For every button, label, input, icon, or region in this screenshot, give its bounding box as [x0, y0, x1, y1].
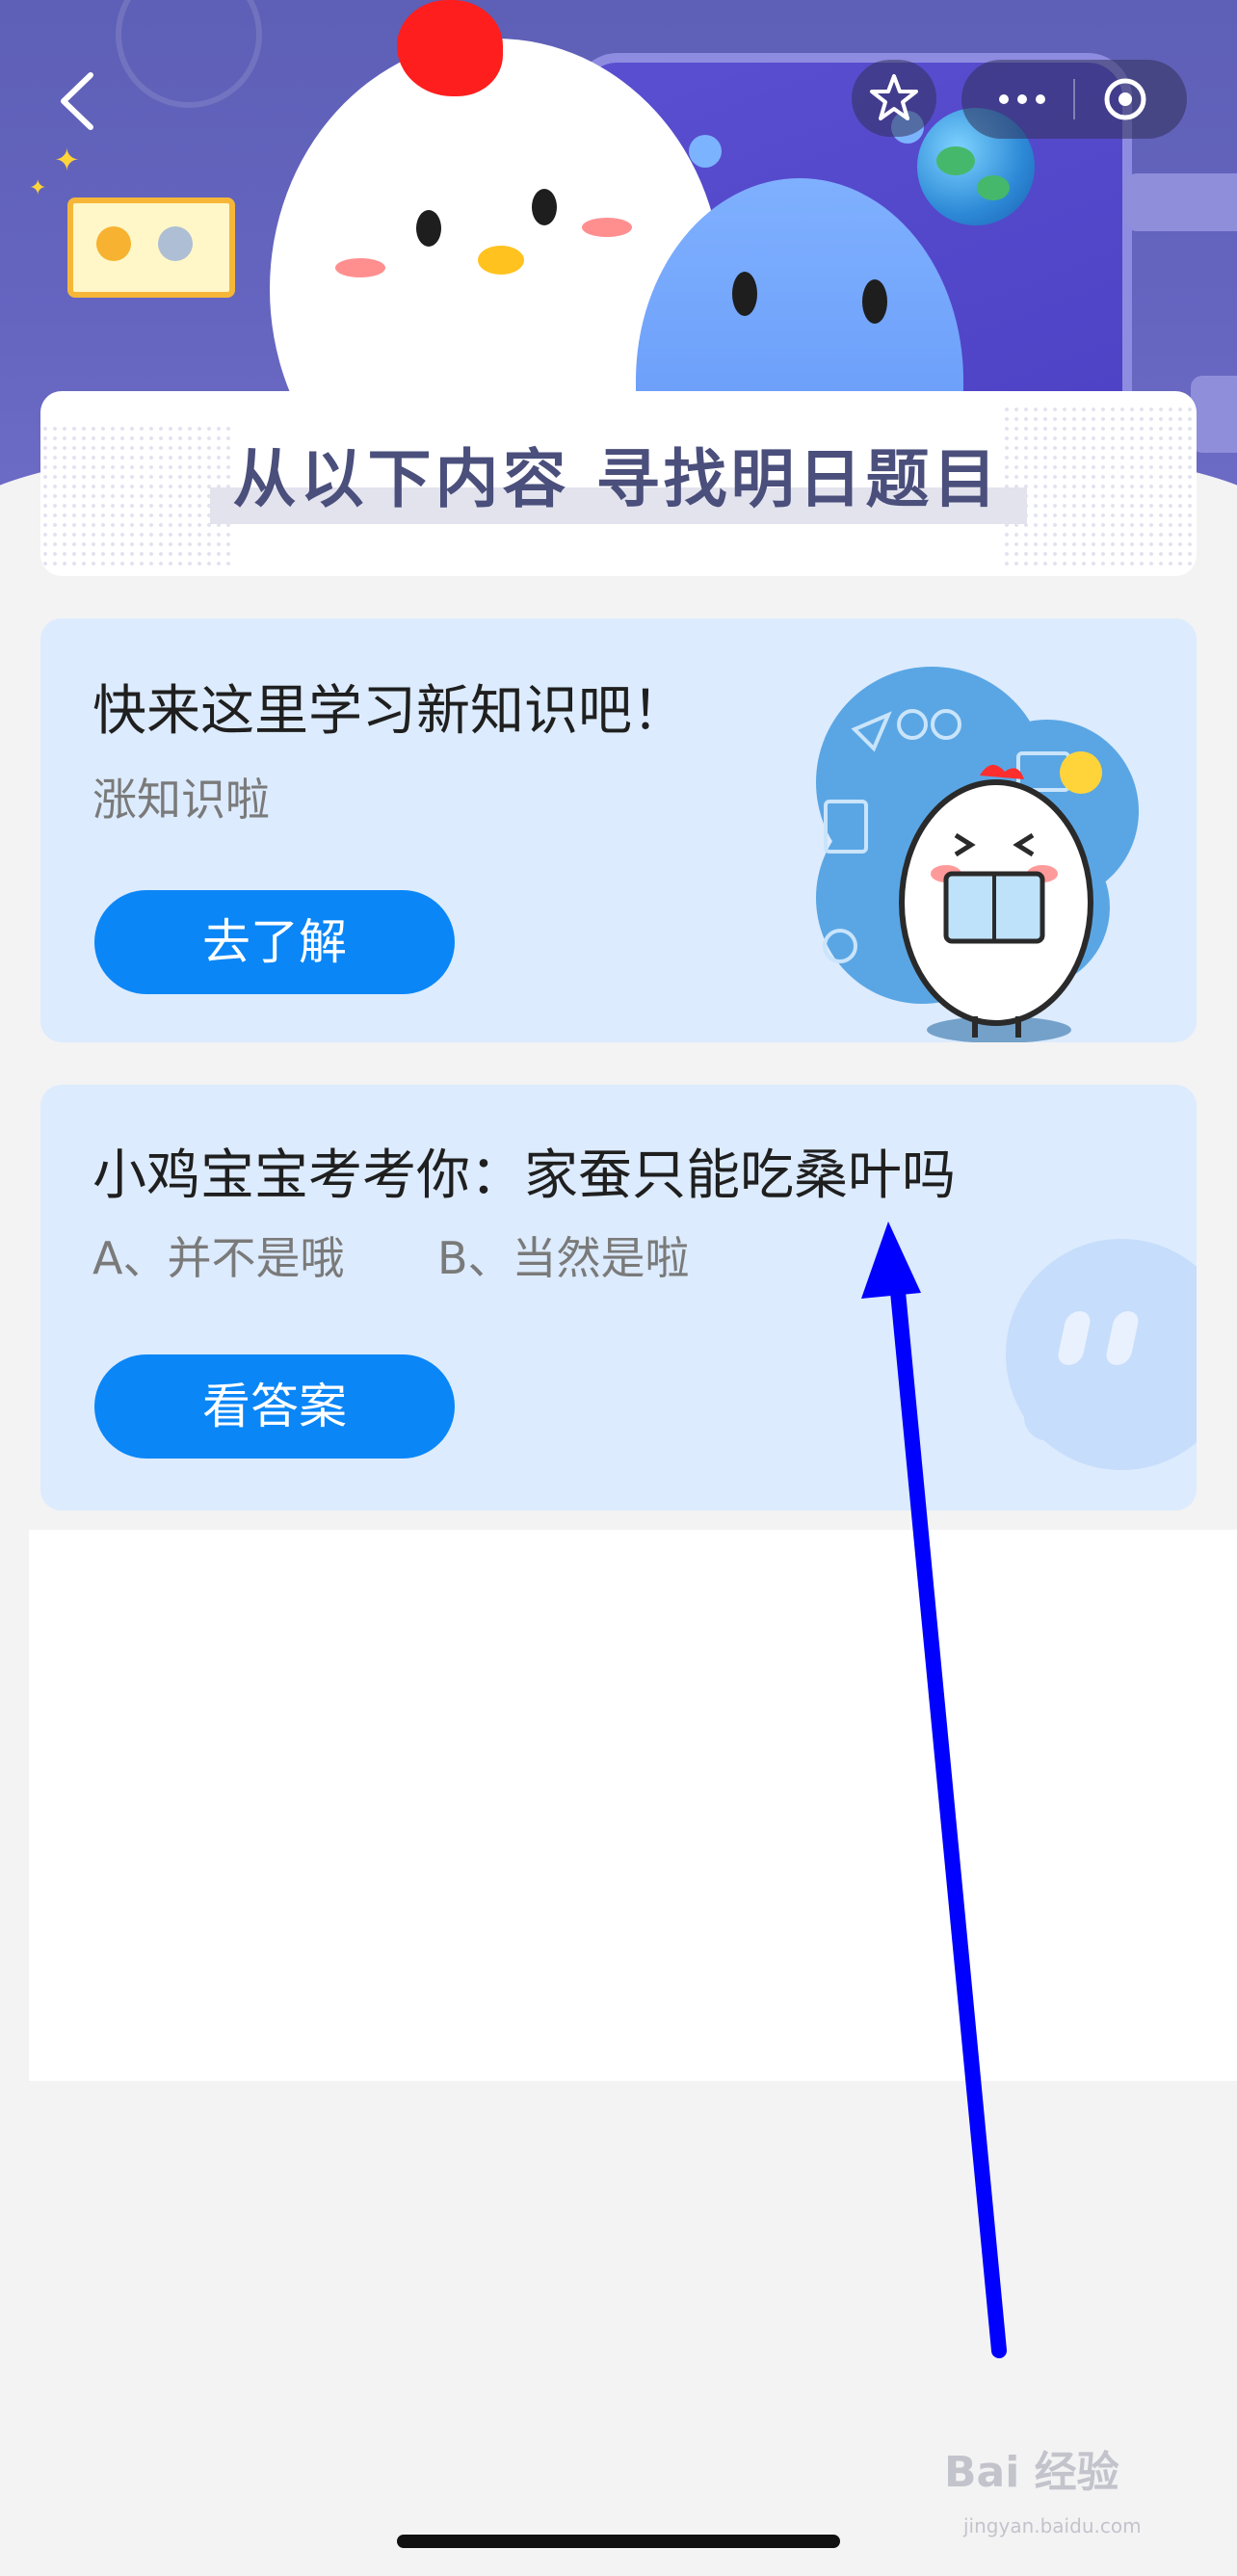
- chick-eye: [416, 210, 441, 247]
- home-indicator[interactable]: [397, 2535, 840, 2548]
- silver-medal-icon: [158, 226, 193, 261]
- sparkle-icon: ✦: [29, 176, 47, 200]
- chevron-left-icon: [61, 72, 93, 130]
- gold-medal-icon: [96, 226, 131, 261]
- blob-eye: [732, 272, 757, 316]
- dot: [999, 94, 1009, 104]
- chick-eye: [532, 189, 557, 225]
- capsule-divider: [1073, 79, 1075, 119]
- card-title: 快来这里学习新知识吧！: [92, 680, 686, 743]
- star-icon: [870, 74, 918, 120]
- watermark-logo: Bai 经验: [944, 2448, 1119, 2497]
- close-miniprogram-button[interactable]: [1102, 76, 1148, 122]
- view-answer-button[interactable]: 看答案: [94, 1354, 455, 1459]
- decoration-panel: [1125, 173, 1237, 231]
- blob-antenna: [689, 135, 722, 168]
- quiz-card: 小鸡宝宝考考你：家蚕只能吃桑叶吗 A、并不是哦 B、当然是啦 看答案: [40, 1085, 1197, 1511]
- dot: [1017, 94, 1027, 104]
- decoration-circle: [116, 0, 262, 108]
- quiz-option-b[interactable]: B、当然是啦: [437, 1231, 690, 1285]
- favorite-button[interactable]: [852, 60, 936, 137]
- learn-card: 快来这里学习新知识吧！ 涨知识啦 去了解: [40, 618, 1197, 1042]
- target-icon: [1104, 78, 1146, 120]
- miniprogram-capsule: [961, 60, 1187, 139]
- decoration-panel: [1191, 376, 1237, 453]
- more-button[interactable]: [990, 77, 1054, 121]
- medal-board: [67, 197, 235, 298]
- content-area: [29, 1530, 1237, 2081]
- chick-beak: [478, 246, 524, 275]
- card-subtitle: 涨知识啦: [92, 774, 270, 826]
- chick-cheek: [582, 218, 632, 237]
- sparkle-icon: ✦: [54, 142, 80, 178]
- quiz-question: 小鸡宝宝考考你：家蚕只能吃桑叶吗: [92, 1144, 956, 1207]
- quiz-option-a[interactable]: A、并不是哦: [92, 1231, 344, 1285]
- chick-cheek: [335, 258, 385, 277]
- reading-chick-icon: [899, 764, 1093, 1042]
- page-title: 从以下内容 寻找明日题目: [232, 442, 1001, 516]
- dot: [1036, 94, 1045, 104]
- chick-comb: [397, 0, 503, 96]
- learn-more-button[interactable]: 去了解: [94, 890, 455, 994]
- back-button[interactable]: [56, 67, 104, 135]
- blob-eye: [862, 279, 887, 324]
- watermark-url: jingyan.baidu.com: [963, 2514, 1142, 2537]
